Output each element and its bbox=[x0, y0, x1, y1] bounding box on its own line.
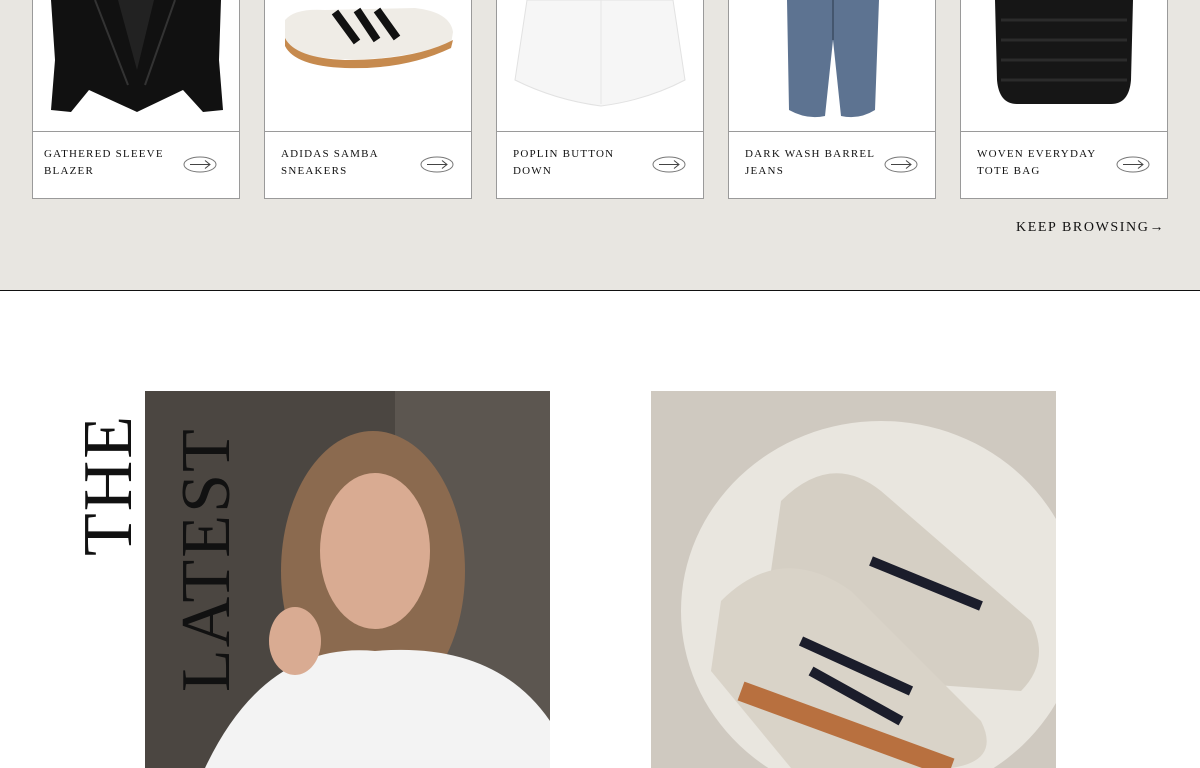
product-card-button-down[interactable]: POPLIN BUTTON DOWN bbox=[496, 0, 704, 199]
product-image-sneakers[interactable] bbox=[265, 0, 471, 132]
product-image-blazer[interactable] bbox=[33, 0, 239, 132]
product-card-jeans[interactable]: DARK WASH BARREL JEANS bbox=[728, 0, 936, 199]
arrow-right-icon[interactable] bbox=[420, 156, 454, 173]
heading-latest: LATEST bbox=[168, 427, 245, 692]
heading-the: THE bbox=[70, 413, 147, 556]
product-card-blazer[interactable]: GATHERED SLEEVE BLAZER bbox=[32, 0, 240, 199]
product-image-button-down[interactable] bbox=[497, 0, 703, 132]
product-name[interactable]: WOVEN EVERYDAY TOTE BAG bbox=[977, 146, 1107, 180]
product-name[interactable]: POPLIN BUTTON DOWN bbox=[513, 146, 643, 180]
latest-sneakers-photo[interactable] bbox=[651, 391, 1056, 768]
shop-strip: GATHERED SLEEVE BLAZER ADIDAS SAMBA SNEA… bbox=[0, 0, 1200, 291]
product-name[interactable]: ADIDAS SAMBA SNEAKERS bbox=[281, 146, 411, 180]
arrow-right-icon[interactable] bbox=[652, 156, 686, 173]
product-card-tote[interactable]: WOVEN EVERYDAY TOTE BAG bbox=[960, 0, 1168, 199]
product-card-sneakers[interactable]: ADIDAS SAMBA SNEAKERS bbox=[264, 0, 472, 199]
arrow-right-icon[interactable] bbox=[183, 156, 217, 173]
product-name[interactable]: GATHERED SLEEVE BLAZER bbox=[44, 146, 174, 180]
arrow-right-icon[interactable] bbox=[1116, 156, 1150, 173]
product-image-jeans[interactable] bbox=[729, 0, 935, 132]
arrow-right-icon[interactable] bbox=[884, 156, 918, 173]
product-name[interactable]: DARK WASH BARREL JEANS bbox=[745, 146, 875, 180]
product-image-tote[interactable] bbox=[961, 0, 1167, 132]
keep-browsing-link[interactable]: KEEP BROWSING→ bbox=[1016, 220, 1165, 236]
